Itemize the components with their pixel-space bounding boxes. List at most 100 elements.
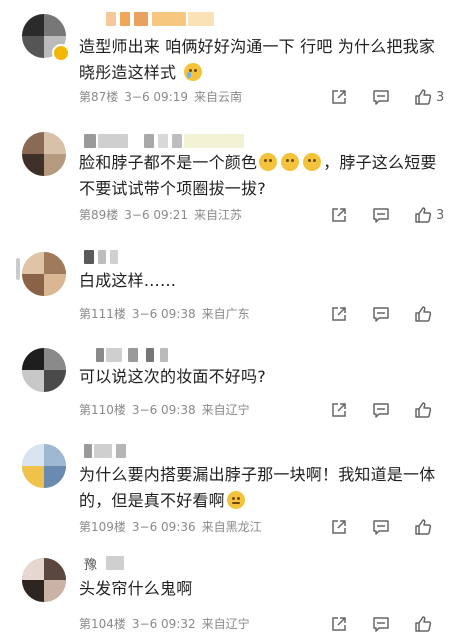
comment-text-line: 头发帘什么鬼啊: [79, 579, 193, 598]
share-button[interactable]: [330, 86, 348, 108]
share-icon: [332, 520, 346, 534]
like-count: 3: [436, 89, 445, 105]
comment-text-line: 晓彤造这样式: [79, 63, 177, 82]
cold-sweat-face-emoji: [259, 153, 278, 171]
floor-number: 第104楼: [79, 617, 126, 631]
location: 来自广东: [201, 307, 250, 321]
comment-item: 可以说这次的妆面不好吗? 第110楼 3−6 09:38 来自辽宁: [0, 336, 472, 434]
comment-text: 为什么要内搭要漏出脖子那一块啊！我知道是一体 的，但是真不好看啊: [79, 462, 459, 514]
action-bar: [330, 516, 460, 538]
floor-number: 第111楼: [79, 307, 126, 321]
comment-meta: 第110楼 3−6 09:38 来自辽宁: [79, 402, 256, 418]
share-icon: [332, 403, 346, 417]
floor-number: 第110楼: [79, 403, 126, 417]
like-button[interactable]: [414, 516, 432, 538]
location: 来自黑龙江: [201, 520, 262, 534]
floor-number: 第87楼: [79, 90, 119, 104]
comment-icon: [373, 307, 389, 322]
share-icon: [332, 617, 346, 631]
avatar[interactable]: [22, 348, 66, 392]
cold-sweat-face-emoji: [303, 153, 322, 171]
comment-text-line: 的，但是真不好看啊: [79, 491, 225, 510]
reply-button[interactable]: [372, 204, 390, 226]
floor-number: 第109楼: [79, 520, 126, 534]
comment-meta: 第111楼 3−6 09:38 来自广东: [79, 306, 256, 322]
thumbs-up-icon: [415, 89, 432, 105]
avatar[interactable]: [22, 252, 66, 296]
thumbs-up-icon: [415, 207, 432, 223]
share-button[interactable]: [330, 399, 348, 421]
crying-face-emoji: [183, 63, 202, 81]
share-icon: [332, 208, 346, 222]
thumbs-up-icon: [415, 519, 432, 535]
comment-text: 头发帘什么鬼啊: [79, 576, 459, 602]
username-text: 豫: [84, 558, 98, 573]
avatar[interactable]: [22, 444, 66, 488]
comment-text-line: 不要试试带个项圈拔一拔?: [79, 179, 266, 198]
share-button[interactable]: [330, 516, 348, 538]
share-icon: [332, 90, 346, 104]
username[interactable]: [84, 134, 284, 150]
comment-meta: 第89楼 3−6 09:21 来自江苏: [79, 207, 248, 223]
timestamp: 3−6 09:38: [131, 307, 196, 321]
username[interactable]: [84, 250, 284, 266]
comment-text-line: ，脖子这么短要: [323, 153, 437, 172]
comment-text-line: 可以说这次的妆面不好吗?: [79, 367, 266, 386]
like-button[interactable]: [414, 613, 432, 635]
timestamp: 3−6 09:19: [124, 90, 189, 104]
comment-text: 白成这样……: [79, 268, 459, 294]
comment-text-line: 造型师出来 咱俩好好沟通一下 行吧 为什么把我家: [79, 37, 436, 56]
reply-button[interactable]: [372, 399, 390, 421]
location: 来自云南: [194, 90, 243, 104]
action-bar: 3: [330, 86, 460, 108]
comment-item: 白成这样…… 第111楼 3−6 09:38 来自广东: [0, 236, 472, 336]
like-button[interactable]: 3: [414, 86, 444, 108]
comment-icon: [373, 90, 389, 105]
share-button[interactable]: [330, 204, 348, 226]
smirk-face-emoji: [226, 491, 245, 509]
share-icon: [332, 307, 346, 321]
username[interactable]: 豫: [84, 556, 284, 573]
like-count: 3: [436, 207, 445, 223]
timestamp: 3−6 09:21: [124, 208, 189, 222]
comment-text-line: 白成这样……: [79, 271, 177, 290]
timestamp: 3−6 09:38: [131, 403, 196, 417]
comment-item: 脸和脖子都不是一个颜色 ，脖子这么短要 不要试试带个项圈拔一拔? 第89楼 3−6 …: [0, 118, 472, 236]
avatar[interactable]: [22, 132, 66, 176]
share-button[interactable]: [330, 303, 348, 325]
action-bar: [330, 303, 460, 325]
username[interactable]: [84, 12, 284, 28]
username[interactable]: [84, 444, 284, 460]
like-button[interactable]: [414, 303, 432, 325]
quote-bar: [16, 258, 20, 280]
share-button[interactable]: [330, 613, 348, 635]
comment-meta: 第104楼 3−6 09:32 来自辽宁: [79, 616, 256, 632]
reply-button[interactable]: [372, 303, 390, 325]
avatar[interactable]: [22, 558, 66, 602]
like-button[interactable]: 3: [414, 204, 444, 226]
comment-meta: 第109楼 3−6 09:36 来自黑龙江: [79, 519, 268, 535]
thumbs-up-icon: [415, 616, 432, 632]
like-button[interactable]: [414, 399, 432, 421]
action-bar: [330, 399, 460, 421]
comment-text: 造型师出来 咱俩好好沟通一下 行吧 为什么把我家 晓彤造这样式: [79, 34, 459, 86]
comment-list: 造型师出来 咱俩好好沟通一下 行吧 为什么把我家 晓彤造这样式 第87楼 3−6 …: [0, 0, 472, 640]
timestamp: 3−6 09:32: [131, 617, 196, 631]
comment-icon: [373, 520, 389, 535]
thumbs-up-icon: [415, 306, 432, 322]
vip-badge-icon: [52, 44, 70, 62]
comment-meta: 第87楼 3−6 09:19 来自云南: [79, 89, 248, 105]
thumbs-up-icon: [415, 402, 432, 418]
action-bar: [330, 613, 460, 635]
reply-button[interactable]: [372, 516, 390, 538]
location: 来自辽宁: [201, 617, 250, 631]
reply-button[interactable]: [372, 613, 390, 635]
floor-number: 第89楼: [79, 208, 119, 222]
location: 来自江苏: [194, 208, 243, 222]
comment-text: 脸和脖子都不是一个颜色 ，脖子这么短要 不要试试带个项圈拔一拔?: [79, 150, 459, 202]
comment-text: 可以说这次的妆面不好吗?: [79, 364, 459, 390]
reply-button[interactable]: [372, 86, 390, 108]
comment-icon: [373, 208, 389, 223]
username[interactable]: [84, 348, 284, 364]
timestamp: 3−6 09:36: [131, 520, 196, 534]
